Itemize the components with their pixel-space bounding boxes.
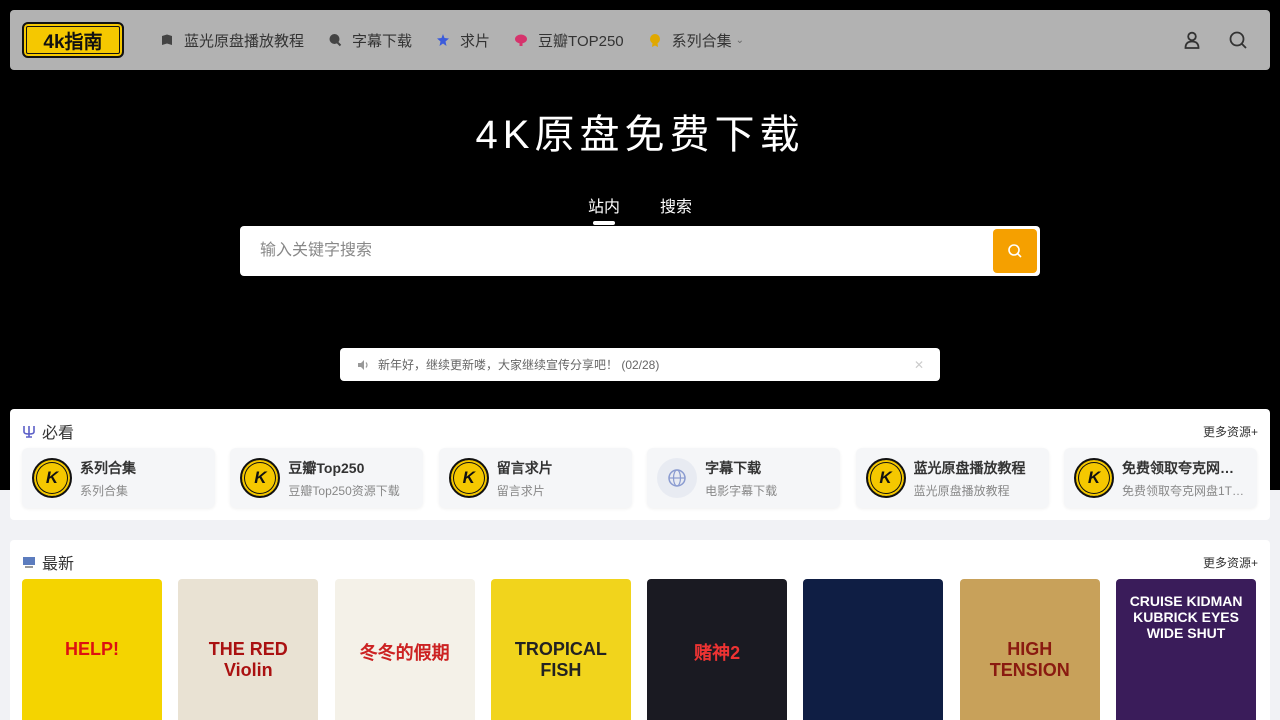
poster-help[interactable]: HELP! — [22, 579, 162, 720]
poster-red-violin[interactable]: THE RED Violin — [178, 579, 319, 720]
4k-logo-icon: K — [865, 458, 906, 498]
nav-item-bluray-tutorial[interactable]: 蓝光原盘播放教程 — [160, 30, 304, 51]
card-series[interactable]: K 系列合集 系列合集 — [22, 448, 215, 508]
poster-title: THE RED Violin — [208, 639, 288, 680]
main-nav: 蓝光原盘播放教程 字幕下载 求片 豆瓣TOP250 系列合集 ⌄ — [160, 30, 768, 51]
tab-search[interactable]: 搜索 — [660, 193, 692, 217]
close-icon[interactable]: ✕ — [914, 358, 924, 372]
must-watch-section: 必看 更多资源+ K 系列合集 系列合集 K 豆瓣Top250 豆瓣Top250资源… — [10, 409, 1270, 520]
poster-title: HIGH TENSION — [989, 639, 1070, 680]
latest-more-link[interactable]: 更多资源+ — [1203, 554, 1258, 571]
globe-icon — [657, 458, 698, 498]
poster-night-street[interactable] — [803, 579, 944, 720]
notice-bar: 新年好，继续更新喽，大家继续宣传分享吧！ (02/28) ✕ — [340, 348, 940, 381]
chevron-down-icon: ⌄ — [735, 34, 745, 46]
4k-logo-icon: K — [32, 458, 72, 498]
star-icon — [437, 34, 450, 46]
must-watch-title: 必看 — [42, 425, 75, 442]
search-icon — [1008, 244, 1022, 258]
4k-logo-icon: K — [240, 458, 281, 498]
latest-posters: HELP! THE RED Violin 冬冬的假期 TROPICAL FISH 赌神2… — [10, 579, 1270, 720]
search-button[interactable] — [993, 229, 1037, 273]
poster-title: 冬冬的假期 — [359, 643, 450, 663]
search-input[interactable] — [240, 226, 993, 276]
card-request[interactable]: K 留言求片 留言求片 — [438, 448, 632, 508]
card-quark-storage[interactable]: K 免费领取夸克网盘1T空间免费领取夸克网盘1T空间 — [1063, 448, 1257, 508]
site-logo-text: 4k指南 — [43, 31, 103, 53]
poster-high-tension[interactable]: HIGH TENSION — [959, 579, 1100, 720]
poster-title: CRUISE KIDMAN KUBRICK EYES WIDE SHUT — [1129, 593, 1243, 641]
nav-item-subtitles[interactable]: 字幕下载 — [328, 30, 412, 51]
latest-header: 最新 更多资源+ — [10, 540, 1270, 584]
must-watch-header: 必看 更多资源+ — [10, 409, 1270, 453]
latest-title: 最新 — [42, 556, 75, 573]
poster-title: TROPICAL FISH — [514, 639, 607, 680]
trident-icon — [23, 426, 35, 438]
nav-item-douban-top250[interactable]: 豆瓣TOP250 — [514, 30, 624, 51]
speaker-icon — [358, 359, 368, 370]
search-icon[interactable] — [1228, 30, 1248, 50]
badge-icon — [649, 34, 660, 47]
search-bar — [240, 226, 1040, 276]
user-icon[interactable] — [1182, 30, 1202, 50]
card-douban-top250[interactable]: K 豆瓣Top250 豆瓣Top250资源下载 — [230, 448, 424, 508]
notice-text: 新年好，继续更新喽，大家继续宣传分享吧！ (02/28) — [378, 358, 660, 372]
site-logo[interactable]: 4k指南 — [22, 22, 124, 58]
tab-site[interactable]: 站内 — [588, 193, 620, 217]
card-bluray-tutorial[interactable]: K 蓝光原盘播放教程 蓝光原盘播放教程 — [855, 448, 1049, 508]
poster-tropical-fish[interactable]: TROPICAL FISH — [490, 579, 631, 720]
chat-icon — [329, 34, 342, 47]
poster-winter-holiday[interactable]: 冬冬的假期 — [334, 579, 475, 720]
poster-eyes-wide-shut[interactable]: CRUISE KIDMAN KUBRICK EYES WIDE SHUT — [1116, 579, 1257, 720]
brain-icon — [515, 34, 528, 46]
poster-title: 赌神2 — [694, 643, 741, 663]
nav-item-series[interactable]: 系列合集 ⌄ — [648, 30, 744, 51]
hero-title: 4K原盘免费下载 — [475, 113, 805, 157]
poster-title: HELP! — [65, 639, 119, 659]
book-icon — [162, 34, 172, 45]
search-tabs: 站内 搜索 — [0, 193, 1280, 217]
poster-god-of-gamblers-2[interactable]: 赌神2 — [647, 579, 788, 720]
4k-logo-icon: K — [1073, 458, 1114, 498]
header-actions — [1156, 30, 1248, 50]
top-header: 4k指南 蓝光原盘播放教程 字幕下载 求片 豆瓣TOP250 系列合集 ⌄ — [10, 10, 1270, 70]
latest-section: 最新 更多资源+ HELP! THE RED Violin 冬冬的假期 TROPICA… — [10, 540, 1270, 720]
nav-item-request[interactable]: 求片 — [436, 30, 490, 51]
must-watch-cards: K 系列合集 系列合集 K 豆瓣Top250 豆瓣Top250资源下载 K 留言求片… — [10, 448, 1270, 508]
monitor-icon — [23, 557, 35, 568]
card-subtitles[interactable]: 字幕下载 电影字幕下载 — [647, 448, 841, 508]
4k-logo-icon: K — [448, 458, 489, 498]
must-watch-more-link[interactable]: 更多资源+ — [1203, 423, 1258, 440]
